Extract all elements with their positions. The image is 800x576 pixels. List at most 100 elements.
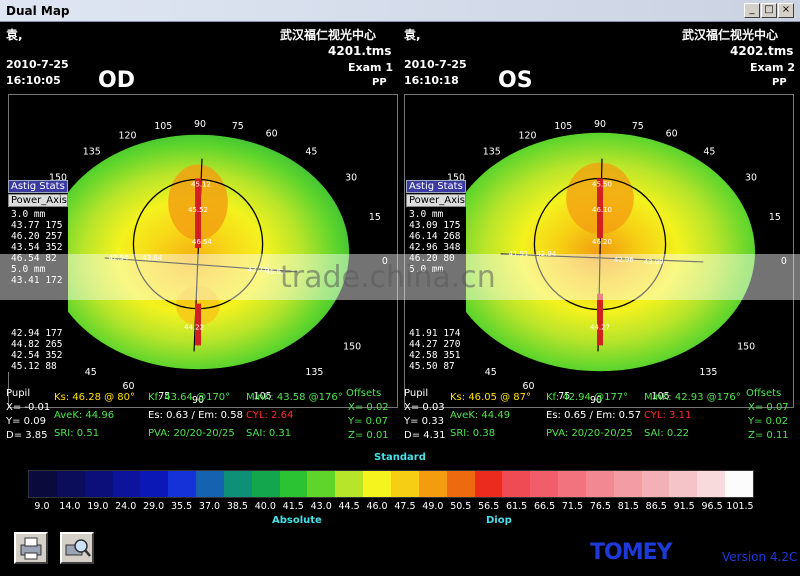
stat-line: 43.77 175: [11, 220, 63, 231]
svg-text:75: 75: [632, 121, 644, 132]
close-button[interactable]: ×: [778, 3, 794, 18]
kf-value: Kf: 42.94 @177°: [546, 392, 629, 403]
svg-text:46.20: 46.20: [592, 238, 612, 246]
scale-swatch: [363, 471, 391, 497]
scale-swatch: [446, 471, 475, 497]
es-em-value: Es: 0.65 / Em: 0.57: [546, 410, 641, 421]
scale-swatch: [585, 471, 614, 497]
maximize-button[interactable]: □: [761, 3, 777, 18]
offset-y: Y= 0.07: [348, 416, 388, 427]
scale-swatch: [474, 471, 503, 497]
printer-icon: [20, 537, 42, 560]
version-label: Version 4.2C: [722, 550, 798, 564]
offsets-label: Offsets: [346, 388, 382, 399]
pp-label: PP: [372, 77, 387, 88]
stat-line: 41.91 174: [409, 328, 461, 339]
pupil-y: Y= 0.33: [404, 416, 444, 427]
avek-value: AveK: 44.49: [450, 410, 511, 421]
minimize-button[interactable]: _: [744, 3, 760, 18]
offset-z: Z= 0.01: [348, 430, 389, 441]
scale-tick-label: 96.5: [701, 501, 723, 512]
scale-swatch: [558, 471, 586, 497]
svg-text:44.22: 44.22: [184, 323, 204, 331]
patient-name: 袁,: [6, 28, 23, 42]
power-axis-tab[interactable]: Power_Axis: [8, 194, 68, 207]
scale-tick-label: 76.5: [589, 501, 611, 512]
panel-od: 袁, 武汉福仁视光中心 4201.tms 2010-7-25 Exam 1 16…: [0, 22, 400, 408]
svg-text:135: 135: [83, 147, 101, 158]
svg-text:45: 45: [305, 147, 317, 158]
scale-swatch: [641, 471, 670, 497]
offset-x: X= 0.02: [348, 402, 389, 413]
svg-text:135: 135: [483, 147, 501, 158]
es-em-value: Es: 0.63 / Em: 0.58: [148, 410, 243, 421]
svg-text:44.27: 44.27: [590, 323, 610, 331]
clinic-name: 武汉福仁视光中心: [682, 28, 779, 42]
svg-text:60: 60: [266, 129, 278, 140]
scale-swatch: [251, 471, 280, 497]
scale-swatch: [168, 471, 197, 497]
svg-text:150: 150: [343, 341, 361, 352]
scale-tick-label: 66.5: [533, 501, 556, 512]
svg-text:45: 45: [85, 367, 97, 378]
svg-text:60: 60: [666, 129, 678, 140]
exam-time: 16:10:05: [6, 74, 61, 87]
scale-tick-label: 24.0: [115, 501, 137, 512]
stat-line: 42.58 351: [409, 350, 461, 361]
scale-swatch: [390, 471, 419, 497]
offsets-label: Offsets: [746, 388, 782, 399]
print-preview-button[interactable]: [60, 532, 94, 564]
svg-text:120: 120: [119, 131, 137, 142]
scale-tick-label: 35.5: [170, 501, 193, 512]
scale-tick-label: 43.0: [310, 501, 332, 512]
offset-x: X= 0.07: [748, 402, 789, 413]
exam-number: Exam 2: [750, 61, 795, 74]
svg-text:45: 45: [703, 147, 715, 158]
cyl-value: CYL: 3.11: [644, 410, 692, 421]
pp-label: PP: [772, 77, 787, 88]
print-button[interactable]: [14, 532, 48, 564]
svg-text:45.12: 45.12: [191, 180, 211, 188]
scale-tick-label: 101.5: [726, 501, 754, 512]
file-name: 4202.tms: [730, 44, 794, 58]
svg-text:150: 150: [737, 341, 755, 352]
scale-tick-label: 29.0: [143, 501, 165, 512]
power-axis-tab[interactable]: Power_Axis: [406, 194, 466, 207]
sai-value: SAI: 0.22: [644, 428, 690, 439]
eye-label: OD: [98, 68, 135, 93]
color-scale-bar: [28, 470, 754, 498]
indices-od: Pupil X= -0.01 Y= 0.09 D= 3.85 Ks: 46.28…: [0, 388, 400, 448]
eye-label: OS: [498, 68, 533, 93]
svg-text:105: 105: [154, 121, 172, 132]
astig-stats-tab[interactable]: Astig Stats: [8, 180, 68, 193]
stat-line: 3.0 mm: [11, 209, 46, 220]
stat-line: 46.20 257: [11, 231, 63, 242]
cyl-value: CYL: 2.64: [246, 410, 294, 421]
offset-y: Y= 0.02: [748, 416, 788, 427]
scale-title[interactable]: Standard: [374, 452, 426, 463]
pupil-x: X= -0.01: [6, 402, 51, 413]
scale-tick-label: 71.5: [561, 501, 584, 512]
scale-swatch: [279, 471, 308, 497]
scale-swatch: [669, 471, 698, 497]
scale-unit-diop[interactable]: Diop: [486, 515, 512, 526]
svg-text:45.52: 45.52: [188, 206, 208, 214]
stat-line: 42.94 177: [11, 328, 63, 339]
svg-text:90: 90: [194, 119, 206, 130]
exam-time: 16:10:18: [404, 74, 459, 87]
offset-z: Z= 0.11: [748, 430, 789, 441]
svg-text:135: 135: [699, 367, 717, 378]
scale-tick-label: 86.5: [645, 501, 667, 512]
panel-os: 袁, 武汉福仁视光中心 4202.tms 2010-7-25 Exam 2 16…: [400, 22, 800, 408]
astig-stats-tab[interactable]: Astig Stats: [406, 180, 466, 193]
scale-tick-label: 44.5: [338, 501, 360, 512]
file-name: 4201.tms: [328, 44, 392, 58]
clinic-name: 武汉福仁视光中心: [280, 28, 377, 42]
scale-swatch: [196, 471, 224, 497]
scale-type-absolute[interactable]: Absolute: [272, 515, 322, 526]
title-bar: Dual Map _ □ ×: [0, 0, 800, 22]
stat-line: 45.50 87: [409, 361, 455, 372]
scale-tick-label: 61.5: [506, 501, 528, 512]
stat-line: 45.12 88: [11, 361, 57, 372]
scale-swatch: [112, 471, 141, 497]
